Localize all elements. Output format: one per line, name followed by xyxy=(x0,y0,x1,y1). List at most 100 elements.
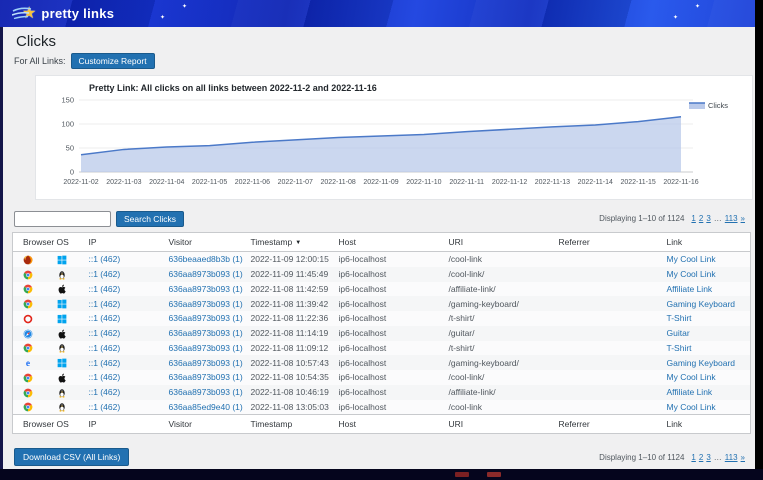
timestamp-cell: 2022-11-08 11:09:12 xyxy=(247,341,335,356)
ip-link[interactable]: ::1 (462) xyxy=(89,269,121,279)
uri-cell: /affiliate-link/ xyxy=(445,282,555,297)
page-link-1[interactable]: 1 xyxy=(691,214,695,223)
column-header-uri[interactable]: URI xyxy=(445,415,555,434)
y-axis-tick-label: 100 xyxy=(61,120,74,129)
column-header-browser[interactable]: Browser xyxy=(13,415,53,434)
ip-link[interactable]: ::1 (462) xyxy=(89,328,121,338)
visitor-link[interactable]: 636aa8973b093 (1) xyxy=(169,299,243,309)
chrome-icon xyxy=(23,270,33,280)
column-header-visitor[interactable]: Visitor xyxy=(165,415,247,434)
link-link[interactable]: My Cool Link xyxy=(667,254,716,264)
column-header-link[interactable]: Link xyxy=(663,415,751,434)
ip-link[interactable]: ::1 (462) xyxy=(89,387,121,397)
link-link[interactable]: T-Shirt xyxy=(667,313,692,323)
next-page-link[interactable]: » xyxy=(741,453,745,462)
column-header-uri[interactable]: URI xyxy=(445,233,555,252)
uri-cell: /gaming-keyboard/ xyxy=(445,296,555,311)
pagination-ellipsis: … xyxy=(714,214,722,223)
x-axis-tick-label: 2022-11-08 xyxy=(320,179,355,186)
sparkle-icon: ✦ xyxy=(160,15,165,21)
page-link-1[interactable]: 1 xyxy=(691,453,695,462)
column-header-ip[interactable]: IP xyxy=(85,415,165,434)
referrer-cell xyxy=(555,385,663,400)
search-clicks-button[interactable]: Search Clicks xyxy=(116,211,184,227)
ip-link[interactable]: ::1 (462) xyxy=(89,402,121,412)
column-header-timestamp[interactable]: Timestamp▼ xyxy=(247,233,335,252)
uri-cell: /cool-link xyxy=(445,400,555,415)
visitor-link[interactable]: 636aa8973b093 (1) xyxy=(169,372,243,382)
host-cell: ip6-localhost xyxy=(335,311,445,326)
column-header-os[interactable]: OS xyxy=(53,415,85,434)
link-link[interactable]: T-Shirt xyxy=(667,343,692,353)
column-header-timestamp[interactable]: Timestamp xyxy=(247,415,335,434)
link-link[interactable]: My Cool Link xyxy=(667,372,716,382)
windows-icon xyxy=(57,358,67,368)
visitor-link[interactable]: 636aa8973b093 (1) xyxy=(169,387,243,397)
column-header-visitor[interactable]: Visitor xyxy=(165,233,247,252)
y-axis-tick-label: 50 xyxy=(66,144,74,153)
column-header-referrer[interactable]: Referrer xyxy=(555,233,663,252)
pretty-links-logo: ★ pretty links xyxy=(12,6,114,22)
search-input[interactable] xyxy=(14,211,111,227)
referrer-cell xyxy=(555,282,663,297)
page-link-3[interactable]: 3 xyxy=(706,453,710,462)
visitor-link[interactable]: 636aa8973b093 (1) xyxy=(169,343,243,353)
chrome-icon xyxy=(23,373,33,383)
ip-link[interactable]: ::1 (462) xyxy=(89,299,121,309)
timestamp-cell: 2022-11-08 10:54:35 xyxy=(247,370,335,385)
ip-link[interactable]: ::1 (462) xyxy=(89,254,121,264)
chrome-icon xyxy=(23,343,33,353)
visitor-link[interactable]: 636aa8973b093 (1) xyxy=(169,313,243,323)
link-link[interactable]: My Cool Link xyxy=(667,402,716,412)
column-header-referrer[interactable]: Referrer xyxy=(555,415,663,434)
download-csv-button[interactable]: Download CSV (All Links) xyxy=(14,448,129,466)
column-header-host[interactable]: Host xyxy=(335,233,445,252)
y-axis-tick-label: 0 xyxy=(70,168,74,177)
column-header-host[interactable]: Host xyxy=(335,415,445,434)
clicks-chart-card: Pretty Link: All clicks on all links bet… xyxy=(35,75,753,200)
table-row: ::1 (462) 636aa8973b093 (1) 2022-11-08 10:… xyxy=(13,370,751,385)
x-axis-tick-label: 2022-11-02 xyxy=(63,179,98,186)
host-cell: ip6-localhost xyxy=(335,296,445,311)
x-axis-tick-label: 2022-11-05 xyxy=(192,179,227,186)
timestamp-cell: 2022-11-08 11:39:42 xyxy=(247,296,335,311)
column-header-ip[interactable]: IP xyxy=(85,233,165,252)
visitor-link[interactable]: 636aa8973b093 (1) xyxy=(169,328,243,338)
ip-link[interactable]: ::1 (462) xyxy=(89,358,121,368)
visitor-link[interactable]: 636aa8973b093 (1) xyxy=(169,269,243,279)
link-link[interactable]: Gaming Keyboard xyxy=(667,358,736,368)
ip-link[interactable]: ::1 (462) xyxy=(89,372,121,382)
page-link-3[interactable]: 3 xyxy=(706,214,710,223)
ip-link[interactable]: ::1 (462) xyxy=(89,343,121,353)
next-page-link[interactable]: » xyxy=(741,214,745,223)
link-link[interactable]: Affiliate Link xyxy=(667,284,713,294)
page-link-2[interactable]: 2 xyxy=(699,214,703,223)
column-header-link[interactable]: Link xyxy=(663,233,751,252)
linux-icon xyxy=(57,343,67,353)
page-link-last[interactable]: 113 xyxy=(725,214,738,223)
customize-report-button[interactable]: Customize Report xyxy=(71,53,155,69)
screen-right-edge xyxy=(755,0,763,469)
page-link-2[interactable]: 2 xyxy=(699,453,703,462)
link-link[interactable]: Gaming Keyboard xyxy=(667,299,736,309)
link-link[interactable]: My Cool Link xyxy=(667,269,716,279)
visitor-link[interactable]: 636aa8973b093 (1) xyxy=(169,358,243,368)
link-link[interactable]: Guitar xyxy=(667,328,690,338)
ip-link[interactable]: ::1 (462) xyxy=(89,284,121,294)
link-link[interactable]: Affiliate Link xyxy=(667,387,713,397)
x-axis-tick-label: 2022-11-14 xyxy=(578,179,613,186)
taskbar xyxy=(0,469,763,480)
table-row: ::1 (462)636aa8973b093 (1)2022-11-08 11:… xyxy=(13,311,751,326)
uri-cell: /affiliate-link/ xyxy=(445,385,555,400)
uri-cell: /t-shirt/ xyxy=(445,341,555,356)
pretty-links-app-window: ★ pretty links ✦ ✦ ✦ ✦ Clicks For All Li… xyxy=(0,0,755,469)
visitor-link[interactable]: 636aa85ed9e40 (1) xyxy=(169,402,243,412)
column-header-os[interactable]: OS xyxy=(53,233,85,252)
ip-link[interactable]: ::1 (462) xyxy=(89,313,121,323)
visitor-link[interactable]: 636aa8973b093 (1) xyxy=(169,284,243,294)
column-header-browser[interactable]: Browser xyxy=(13,233,53,252)
linux-icon xyxy=(57,270,67,280)
visitor-link[interactable]: 636beaaed8b3b (1) xyxy=(169,254,243,264)
uri-cell: /gaming-keyboard/ xyxy=(445,355,555,370)
page-link-last[interactable]: 113 xyxy=(725,453,738,462)
